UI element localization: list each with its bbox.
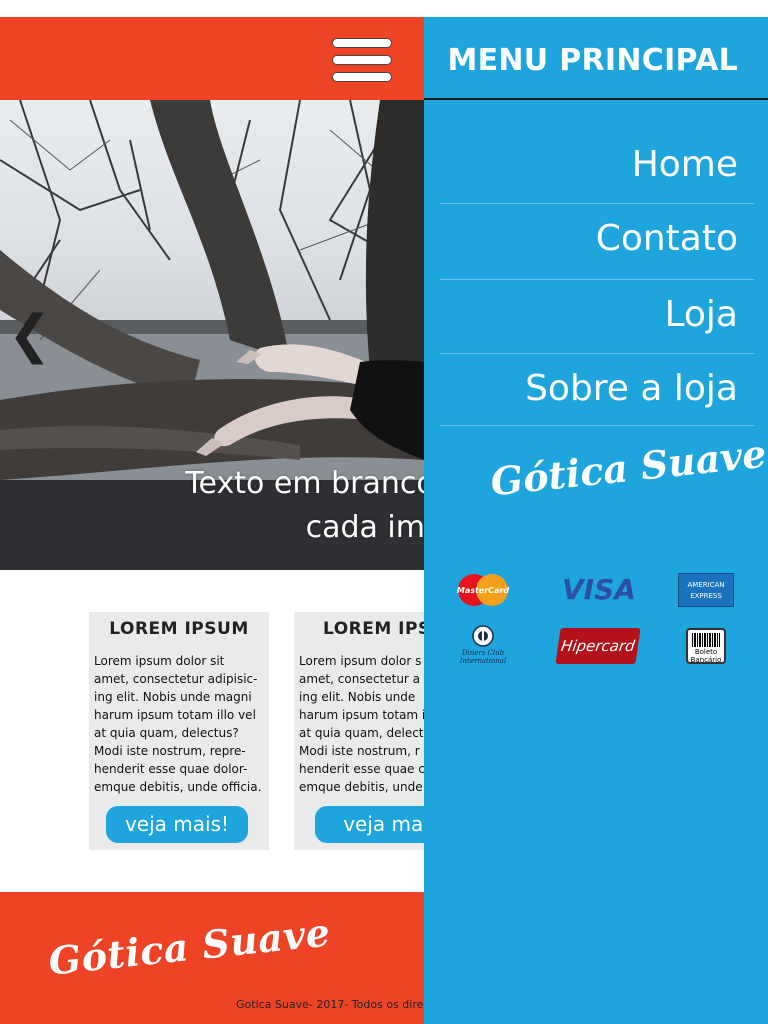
menu-item-home[interactable]: Home [440, 130, 754, 204]
content-card: LOREM IPSUM Lorem ipsum dolor sit amet, … [89, 612, 269, 850]
diners-club-icon: Diners Club International [454, 625, 512, 669]
slider-prev-arrow[interactable]: ❮ [8, 305, 52, 365]
menu-title: MENU PRINCIPAL [424, 17, 768, 100]
hamburger-bar [332, 38, 392, 48]
visa-icon: VISA [562, 573, 636, 606]
barcode-icon [692, 633, 720, 647]
mastercard-icon: MasterCard [454, 573, 512, 607]
card-title: LOREM IPSUM [109, 619, 249, 639]
hipercard-icon: Hipercard [555, 628, 641, 664]
hamburger-bar [332, 55, 392, 65]
diners-label-line2: International [459, 657, 507, 665]
boleto-label-line2: Bancário [690, 656, 722, 664]
side-menu-panel: MENU PRINCIPAL Home Contato Loja Sobre a… [424, 17, 768, 1024]
menu-item-contato[interactable]: Contato [440, 204, 754, 280]
amex-label-line2: EXPRESS [690, 592, 722, 600]
diners-label-line1: Diners Club [461, 649, 505, 657]
amex-icon: AMERICAN EXPRESS [678, 573, 734, 607]
see-more-button[interactable]: veja mais! [106, 806, 248, 843]
amex-label-line1: AMERICAN [687, 581, 725, 589]
menu-list: Home Contato Loja Sobre a loja [440, 130, 754, 426]
menu-item-sobre-a-loja[interactable]: Sobre a loja [440, 354, 754, 426]
chevron-left-icon: ❮ [8, 305, 52, 365]
boleto-icon: Boleto Bancário [686, 628, 726, 664]
menu-logo: Gótica Suave [488, 430, 768, 505]
footer-logo: Gótica Suave [46, 909, 333, 984]
hamburger-menu-icon[interactable] [332, 38, 392, 84]
card-body-text: Lorem ipsum dolor sit amet, consectetur … [94, 654, 262, 794]
mastercard-label: MasterCard [457, 586, 510, 595]
menu-item-loja[interactable]: Loja [440, 280, 754, 354]
copyright-text: Gotica Suave- 2017- Todos os direit [236, 998, 431, 1011]
hamburger-bar [332, 72, 392, 82]
boleto-label-line1: Boleto [694, 648, 718, 656]
